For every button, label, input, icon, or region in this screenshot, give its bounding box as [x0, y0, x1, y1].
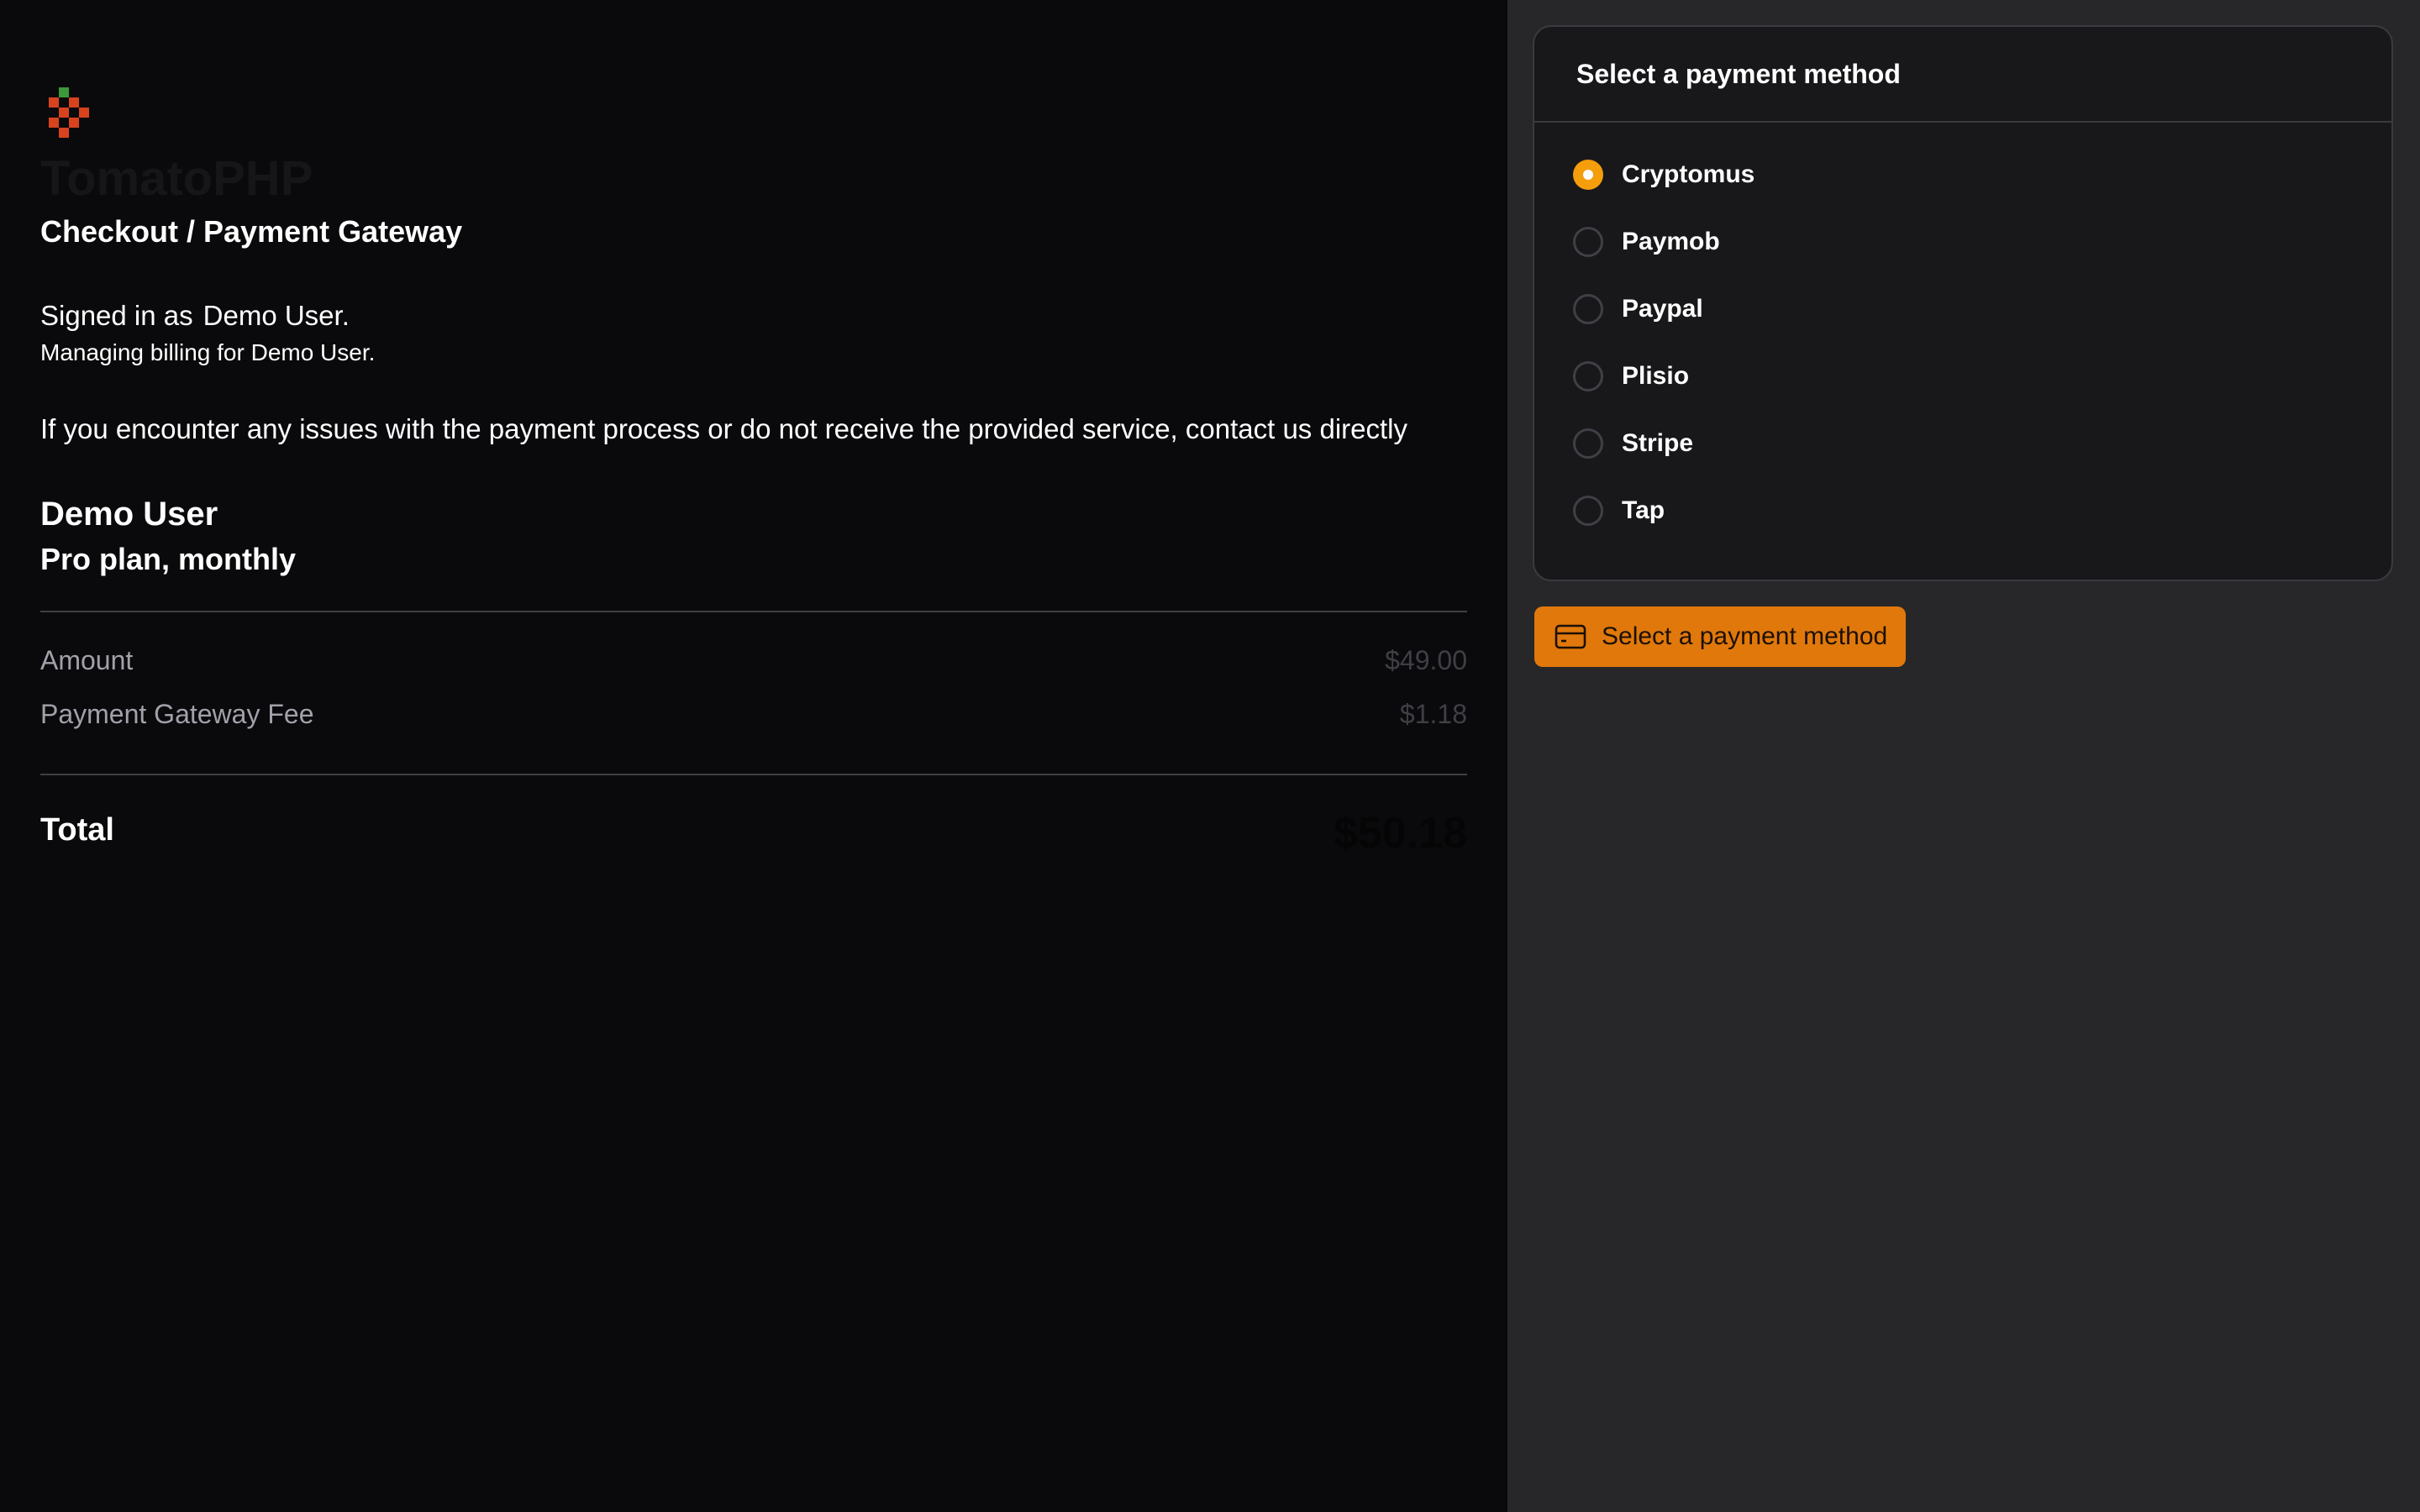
payment-option-paymob[interactable]: Paymob — [1534, 208, 2391, 276]
plan-name: Pro plan, monthly — [40, 542, 297, 576]
total-label: Total — [40, 811, 114, 848]
payment-method-card-title: Select a payment method — [1576, 58, 1901, 89]
total-row: Total $50.18 — [40, 805, 1467, 858]
payment-method-options: Cryptomus Paymob Paypal Plisio Stripe Tap — [1534, 123, 2391, 544]
payment-option-label: Cryptomus — [1622, 160, 1755, 188]
managing-billing-text: Managing billing for Demo User. — [40, 339, 376, 365]
support-notice: If you encounter any issues with the pay… — [40, 413, 1408, 444]
radio-button[interactable] — [1573, 160, 1603, 190]
tomato-pixel-logo-icon — [49, 87, 89, 138]
radio-button[interactable] — [1573, 361, 1603, 391]
signed-in-text: Signed in as Demo User. — [40, 299, 350, 333]
payment-option-label: Stripe — [1622, 429, 1694, 457]
radio-button[interactable] — [1573, 496, 1603, 526]
page-title: Checkout / Payment Gateway — [40, 214, 463, 249]
amount-value: $49.00 — [1385, 644, 1467, 675]
payment-option-label: Paypal — [1622, 295, 1703, 323]
payment-option-label: Tap — [1622, 496, 1665, 524]
select-payment-method-button-label: Select a payment method — [1602, 622, 1888, 650]
payment-option-cryptomus[interactable]: Cryptomus — [1534, 141, 2391, 208]
radio-button[interactable] — [1573, 294, 1603, 324]
checkout-summary-panel: TomatoPHP Checkout / Payment Gateway Sig… — [0, 0, 1507, 1512]
radio-button[interactable] — [1573, 227, 1603, 257]
payment-option-label: Plisio — [1622, 362, 1690, 390]
payment-method-card-header: Select a payment method — [1534, 27, 2391, 123]
payment-option-plisio[interactable]: Plisio — [1534, 343, 2391, 410]
brand-name: TomatoPHP — [40, 151, 313, 206]
credit-card-icon — [1555, 624, 1586, 649]
payment-option-tap[interactable]: Tap — [1534, 477, 2391, 544]
payment-method-card: Select a payment method Cryptomus Paymob P… — [1533, 25, 2393, 581]
payment-option-paypal[interactable]: Paypal — [1534, 276, 2391, 343]
divider — [40, 774, 1467, 775]
amount-row: Amount $49.00 — [40, 642, 1467, 679]
radio-selected-dot — [1583, 170, 1593, 180]
signed-in-prefix: Signed in as — [40, 300, 193, 331]
signed-in-user: Demo User. — [203, 300, 350, 331]
payment-option-stripe[interactable]: Stripe — [1534, 410, 2391, 477]
customer-name: Demo User — [40, 496, 218, 533]
radio-button[interactable] — [1573, 428, 1603, 459]
gateway-fee-label: Payment Gateway Fee — [40, 698, 314, 729]
divider — [40, 611, 1467, 612]
total-value: $50.18 — [1333, 809, 1467, 858]
payment-option-label: Paymob — [1622, 228, 1720, 255]
gateway-fee-value: $1.18 — [1399, 698, 1467, 729]
select-payment-method-button[interactable]: Select a payment method — [1534, 606, 1906, 667]
amount-label: Amount — [40, 644, 134, 675]
gateway-fee-row: Payment Gateway Fee $1.18 — [40, 696, 1467, 732]
